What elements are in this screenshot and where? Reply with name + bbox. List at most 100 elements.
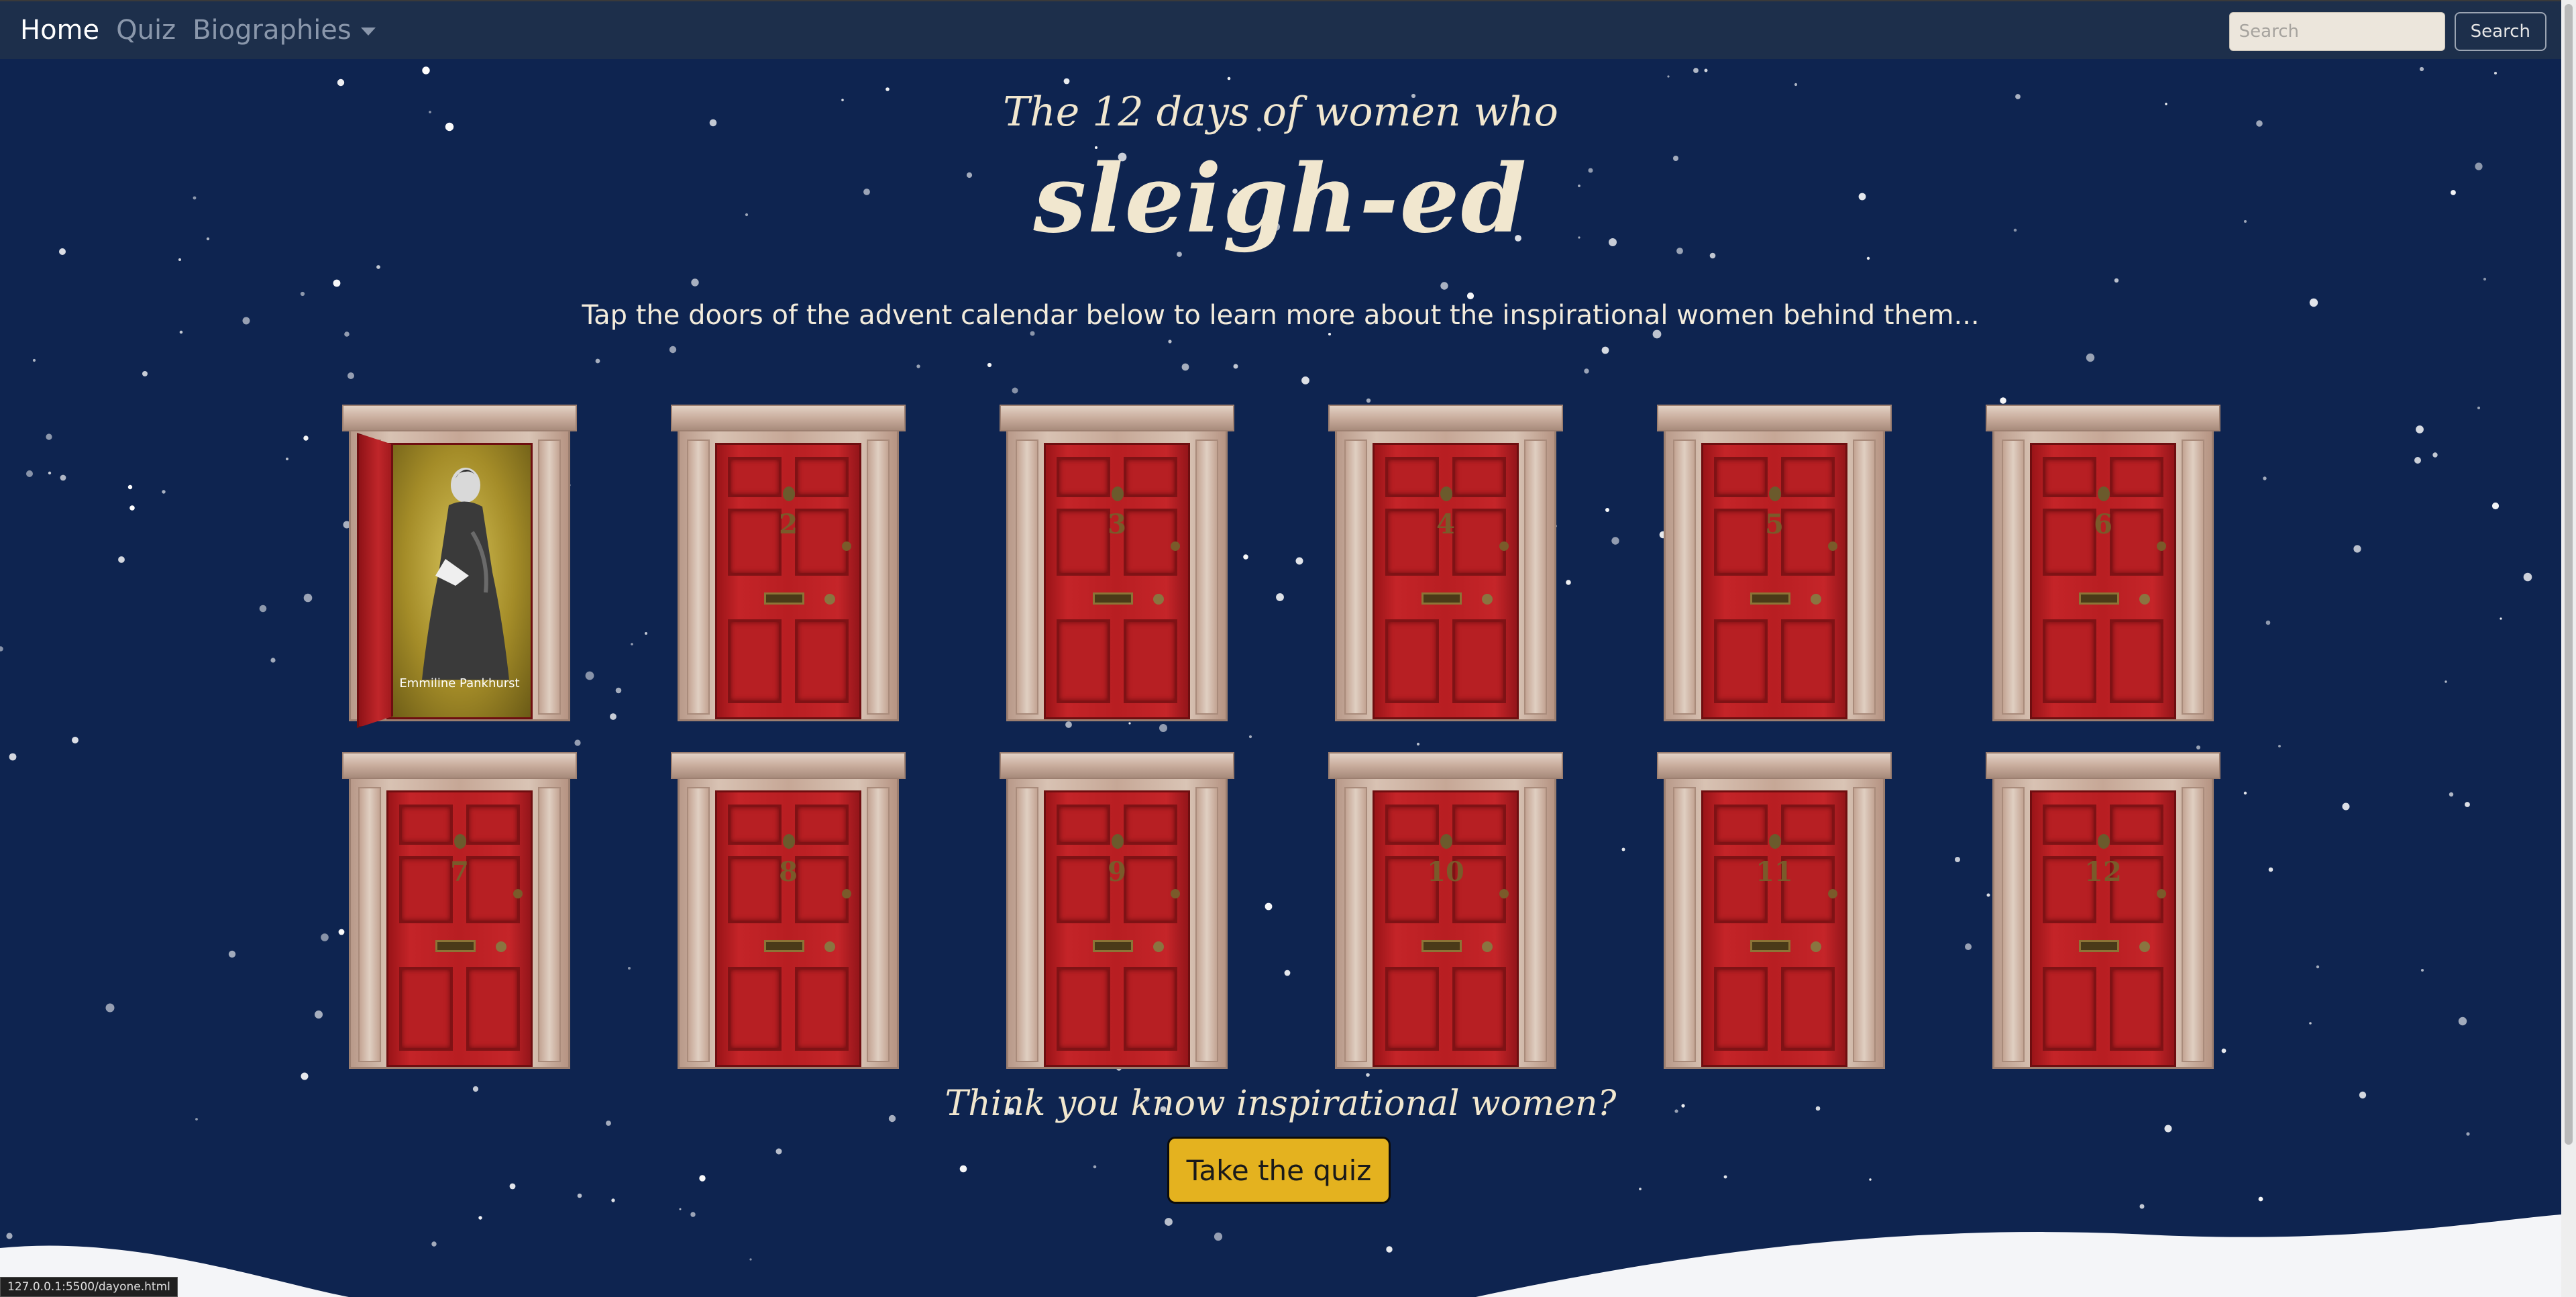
door-panel	[728, 457, 782, 497]
star	[9, 753, 17, 761]
star	[1301, 376, 1309, 384]
door-pilaster	[687, 787, 710, 1062]
star	[2445, 680, 2447, 683]
star	[178, 258, 181, 261]
star	[2466, 1132, 2470, 1136]
star	[2114, 278, 2119, 283]
advent-door-12[interactable]: 12	[1986, 752, 2220, 1069]
star	[1866, 256, 1870, 260]
star	[321, 933, 329, 941]
star	[1065, 721, 1072, 728]
door-pilaster	[358, 787, 381, 1062]
star	[2432, 452, 2438, 458]
door-lintel	[1328, 405, 1563, 431]
door-number: 7	[450, 856, 469, 888]
door-panel	[1452, 619, 1506, 703]
star	[1652, 329, 1662, 339]
star	[286, 458, 288, 460]
star	[259, 605, 267, 613]
page-scrollbar[interactable]	[2561, 0, 2576, 1297]
door-lintel	[342, 752, 577, 779]
door-handle-icon	[496, 941, 506, 952]
scrollbar-thumb[interactable]	[2565, 4, 2573, 1145]
door-handle-icon	[824, 941, 835, 952]
door-panel	[2110, 457, 2163, 497]
advent-door-11[interactable]: 11	[1657, 752, 1892, 1069]
advent-door-7[interactable]: 7	[342, 752, 577, 1069]
star	[2483, 277, 2487, 281]
door-handle-icon	[1811, 941, 1821, 952]
door-lintel	[1000, 405, 1234, 431]
door-number: 2	[779, 509, 798, 540]
star	[1063, 78, 1070, 85]
door-handle-icon	[824, 594, 835, 605]
door-panel	[1781, 457, 1835, 497]
door-panel	[1714, 457, 1768, 497]
door-panel	[399, 805, 453, 845]
door-leaf: 3	[1044, 443, 1190, 719]
advent-door-8[interactable]: 8	[671, 752, 906, 1069]
door-lintel	[1657, 405, 1892, 431]
door-knocker-icon	[1769, 834, 1781, 849]
snow-hill-decoration	[0, 1214, 2561, 1297]
door-pilaster	[1016, 439, 1038, 715]
advent-door-5[interactable]: 5	[1657, 405, 1892, 721]
door-panel	[2043, 619, 2096, 703]
star	[1584, 368, 1589, 374]
letterbox-icon	[1093, 940, 1133, 952]
door-panel	[795, 457, 849, 497]
star	[577, 1193, 582, 1198]
star	[270, 658, 276, 663]
star	[2491, 502, 2500, 510]
advent-door-3[interactable]: 3	[1000, 405, 1234, 721]
take-quiz-button[interactable]: Take the quiz	[1167, 1137, 1391, 1204]
door-number: 5	[1765, 509, 1784, 540]
star	[1284, 970, 1291, 976]
star	[2421, 969, 2424, 972]
door-pilaster	[2002, 787, 2025, 1062]
star	[610, 713, 616, 720]
door-leaf: 7	[386, 790, 533, 1067]
letterbox-icon	[1421, 592, 1462, 605]
star	[1416, 742, 1420, 746]
advent-door-1[interactable]: Emmiline Pankhurst	[342, 405, 577, 728]
portrait-photo[interactable]: Emmiline Pankhurst	[386, 443, 533, 719]
advent-door-10[interactable]: 10	[1328, 752, 1563, 1069]
letterbox-icon	[764, 940, 804, 952]
nav-home-link[interactable]: Home	[20, 15, 99, 46]
page-subtitle: Tap the doors of the advent calendar bel…	[582, 300, 1980, 331]
door-handle-icon	[1153, 941, 1164, 952]
star	[337, 79, 345, 87]
advent-door-6[interactable]: 6	[1986, 405, 2220, 721]
door-leaf: 6	[2030, 443, 2176, 719]
advent-door-9[interactable]: 9	[1000, 752, 1234, 1069]
door-leaf: 8	[715, 790, 861, 1067]
door-pilaster	[867, 439, 890, 715]
star	[2221, 1048, 2226, 1053]
star	[1869, 1178, 1872, 1181]
door-knob-icon	[1171, 541, 1180, 551]
door-panel	[1057, 805, 1110, 845]
star	[1181, 363, 1189, 371]
door-knob-icon	[842, 541, 851, 551]
star	[1366, 1073, 1370, 1077]
door-panel	[728, 619, 782, 703]
door-number: 12	[2084, 856, 2122, 888]
search-input[interactable]	[2229, 12, 2445, 51]
door-pilaster	[1344, 439, 1367, 715]
door-pilaster	[867, 787, 890, 1062]
advent-door-2[interactable]: 2	[671, 405, 906, 721]
star	[2353, 545, 2361, 553]
door-lintel	[1657, 752, 1892, 779]
nav-biographies-dropdown[interactable]: Biographies	[193, 15, 376, 46]
star	[1601, 346, 1609, 354]
door-panel	[795, 967, 849, 1051]
star	[1012, 387, 1018, 394]
nav-quiz-link[interactable]: Quiz	[116, 15, 176, 46]
advent-door-4[interactable]: 4	[1328, 405, 1563, 721]
door-knocker-icon	[1769, 486, 1781, 501]
letterbox-icon	[435, 940, 476, 952]
status-bar-url: 127.0.0.1:5500/dayone.html	[0, 1277, 178, 1297]
search-button[interactable]: Search	[2454, 12, 2546, 51]
star	[2243, 791, 2247, 795]
